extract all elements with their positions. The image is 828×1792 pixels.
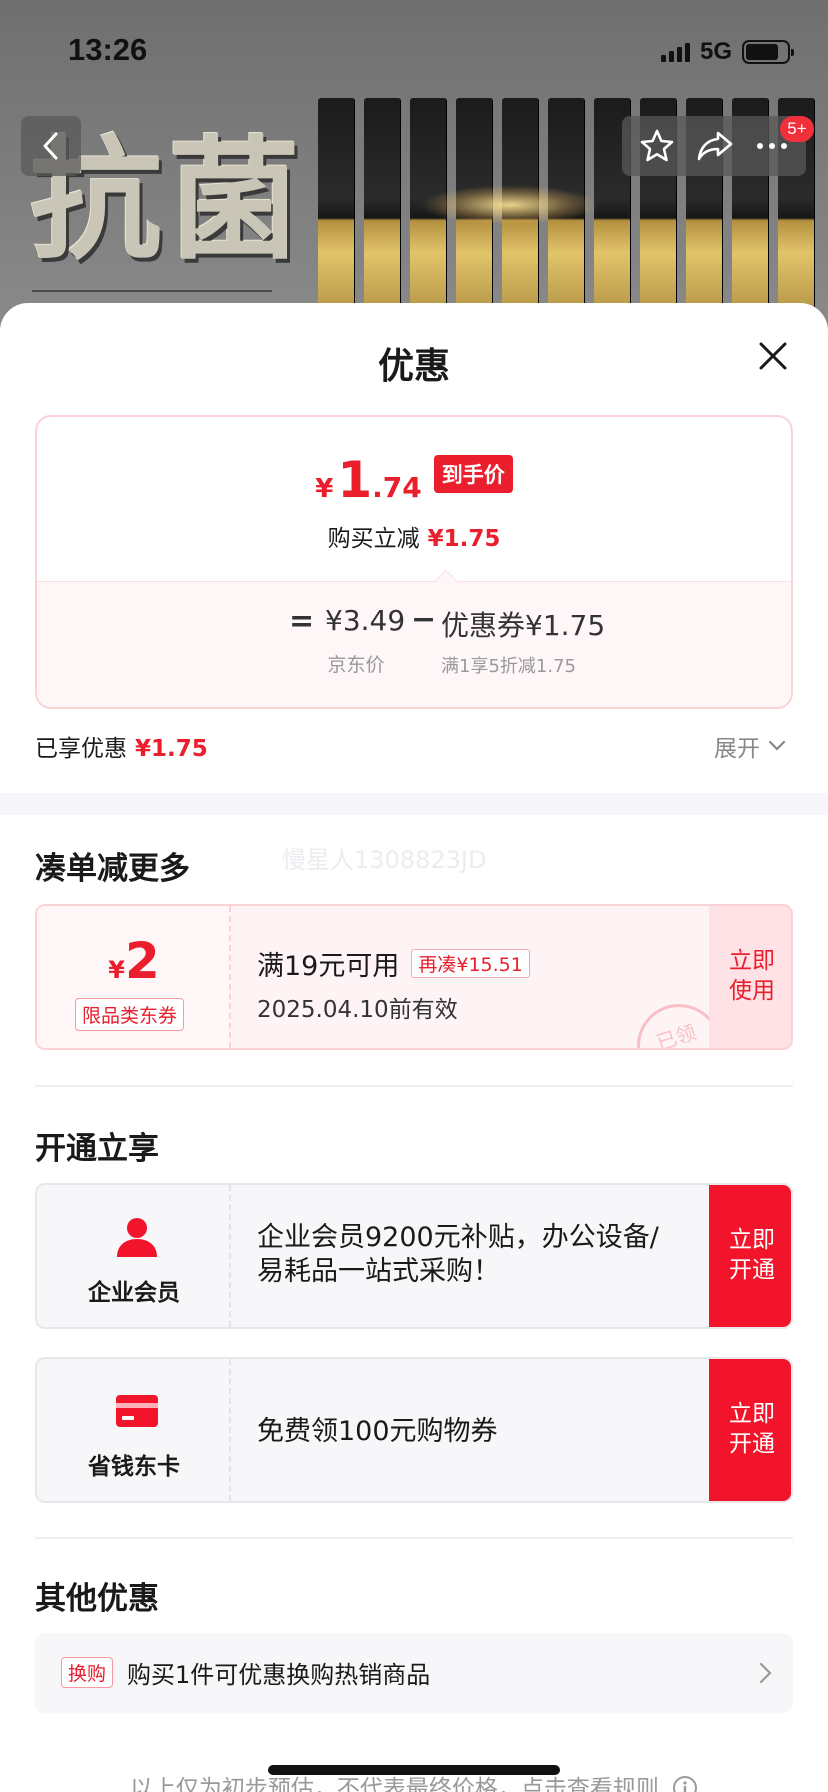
final-price-tag: 到手价	[433, 455, 513, 493]
price-breakdown-card: ¥ 1 .74 到手价 购买立减 ¥1.75 = ¥3.49 京东价 − 优惠券¥…	[35, 415, 793, 709]
battery-icon	[742, 40, 794, 64]
final-price-currency: ¥	[315, 474, 334, 504]
final-price-integer: 1	[337, 451, 373, 509]
enterprise-member-label: 企业会员	[88, 1280, 180, 1306]
coupon-rule: 满1享5折减1.75	[441, 656, 576, 677]
star-icon[interactable]	[639, 128, 675, 164]
final-price-decimal: .74	[372, 471, 422, 504]
trade-in-text: 购买1件可优惠换购热销商品	[127, 1661, 431, 1689]
coupon-type-badge: 限品类东券	[75, 998, 185, 1031]
card-icon	[116, 1395, 158, 1427]
banner-glow	[420, 185, 600, 225]
coupon-discount-value: 优惠券¥1.75	[441, 609, 606, 642]
enjoyed-label: 已享优惠	[35, 736, 127, 762]
enterprise-member-card[interactable]: 企业会员 企业会员9200元补贴，办公设备/易耗品一站式采购！ 立即 开通	[35, 1183, 793, 1329]
share-icon[interactable]	[696, 128, 734, 164]
coupon-need-more-badge: 再凑¥15.51	[411, 949, 530, 978]
person-icon	[117, 1218, 157, 1257]
close-icon[interactable]	[756, 339, 790, 373]
open-savings-card-label: 立即 开通	[729, 1401, 775, 1457]
expand-label: 展开	[714, 736, 760, 762]
discount-sheet: 优惠 ¥ 1 .74 到手价 购买立减 ¥1.75 = ¥3.49 京东价 − 优…	[0, 303, 828, 1792]
message-count-badge: 5+	[780, 116, 814, 142]
expand-button[interactable]: 展开	[714, 729, 786, 763]
trade-in-tag: 换购	[61, 1657, 114, 1688]
open-enterprise-label: 立即 开通	[729, 1227, 775, 1283]
coupon-currency: ¥	[108, 956, 125, 984]
coupon-card[interactable]: ¥2 限品类东券 满19元可用 再凑¥15.51 2025.04.10前有效 已…	[35, 904, 793, 1050]
sheet-title: 优惠	[377, 346, 450, 387]
instant-discount-value: ¥1.75	[427, 526, 501, 552]
signal-icon	[660, 42, 690, 62]
instant-discount: 购买立减 ¥1.75	[37, 519, 791, 553]
chevron-left-icon	[43, 132, 58, 160]
coupon-condition: 满19元可用	[257, 951, 400, 982]
trade-in-row[interactable]: 换购 购买1件可优惠换购热销商品	[35, 1633, 793, 1713]
footer-note-text: 以上仅为初步预估，不代表最终价格，点击查看规则	[129, 1776, 659, 1792]
coupon-amount-value: 2	[124, 932, 160, 990]
divider-line	[35, 1085, 793, 1087]
coupon-amount: ¥2	[37, 932, 231, 990]
savings-card-desc: 免费领100元购物券	[257, 1416, 498, 1447]
back-button[interactable]	[21, 116, 81, 176]
use-coupon-button[interactable]: 立即 使用	[709, 906, 791, 1048]
savings-card[interactable]: 省钱东卡 免费领100元购物券 立即 开通	[35, 1357, 793, 1503]
coupon-amount-area: ¥2 限品类东券	[37, 906, 231, 1048]
enjoyed-value: ¥1.75	[135, 736, 208, 762]
more-icon[interactable]	[755, 141, 789, 151]
open-savings-card-button[interactable]: 立即 开通	[709, 1359, 791, 1501]
enjoyed-discount: 已享优惠 ¥1.75	[35, 729, 208, 763]
enterprise-member-desc: 企业会员9200元补贴，办公设备/易耗品一站式采购！	[257, 1222, 659, 1287]
jd-price-label: 京东价	[327, 654, 385, 676]
section-title-more: 凑单减更多	[35, 851, 190, 887]
watermark: 慢星人1308823JD	[282, 846, 487, 874]
price-formula: = ¥3.49 京东价 − 优惠券¥1.75 满1享5折减1.75	[37, 581, 791, 707]
section-title-open: 开通立享	[35, 1131, 159, 1167]
home-indicator	[268, 1765, 560, 1775]
divider-line	[35, 1537, 793, 1539]
use-coupon-label: 立即 使用	[729, 948, 775, 1004]
status-indicators: 5G	[660, 38, 794, 66]
chevron-right-icon	[759, 1662, 772, 1684]
minus-sign: −	[411, 602, 437, 637]
network-type: 5G	[699, 38, 732, 65]
nav-toolbar	[622, 116, 806, 176]
section-divider	[0, 793, 828, 815]
open-enterprise-button[interactable]: 立即 开通	[709, 1185, 791, 1327]
chevron-down-icon	[768, 740, 786, 751]
coupon-validity: 2025.04.10前有效	[257, 997, 458, 1023]
section-title-other: 其他优惠	[35, 1581, 159, 1617]
banner-underline	[32, 290, 272, 292]
final-price: ¥ 1 .74 到手价	[37, 455, 791, 505]
info-icon	[673, 1776, 698, 1792]
instant-discount-label: 购买立减	[327, 526, 420, 552]
status-time: 13:26	[68, 32, 148, 67]
jd-price-value: ¥3.49	[325, 604, 406, 637]
coupon-condition-row: 满19元可用 再凑¥15.51	[257, 944, 530, 983]
savings-card-label: 省钱东卡	[88, 1454, 180, 1480]
equals-sign: =	[289, 604, 315, 639]
